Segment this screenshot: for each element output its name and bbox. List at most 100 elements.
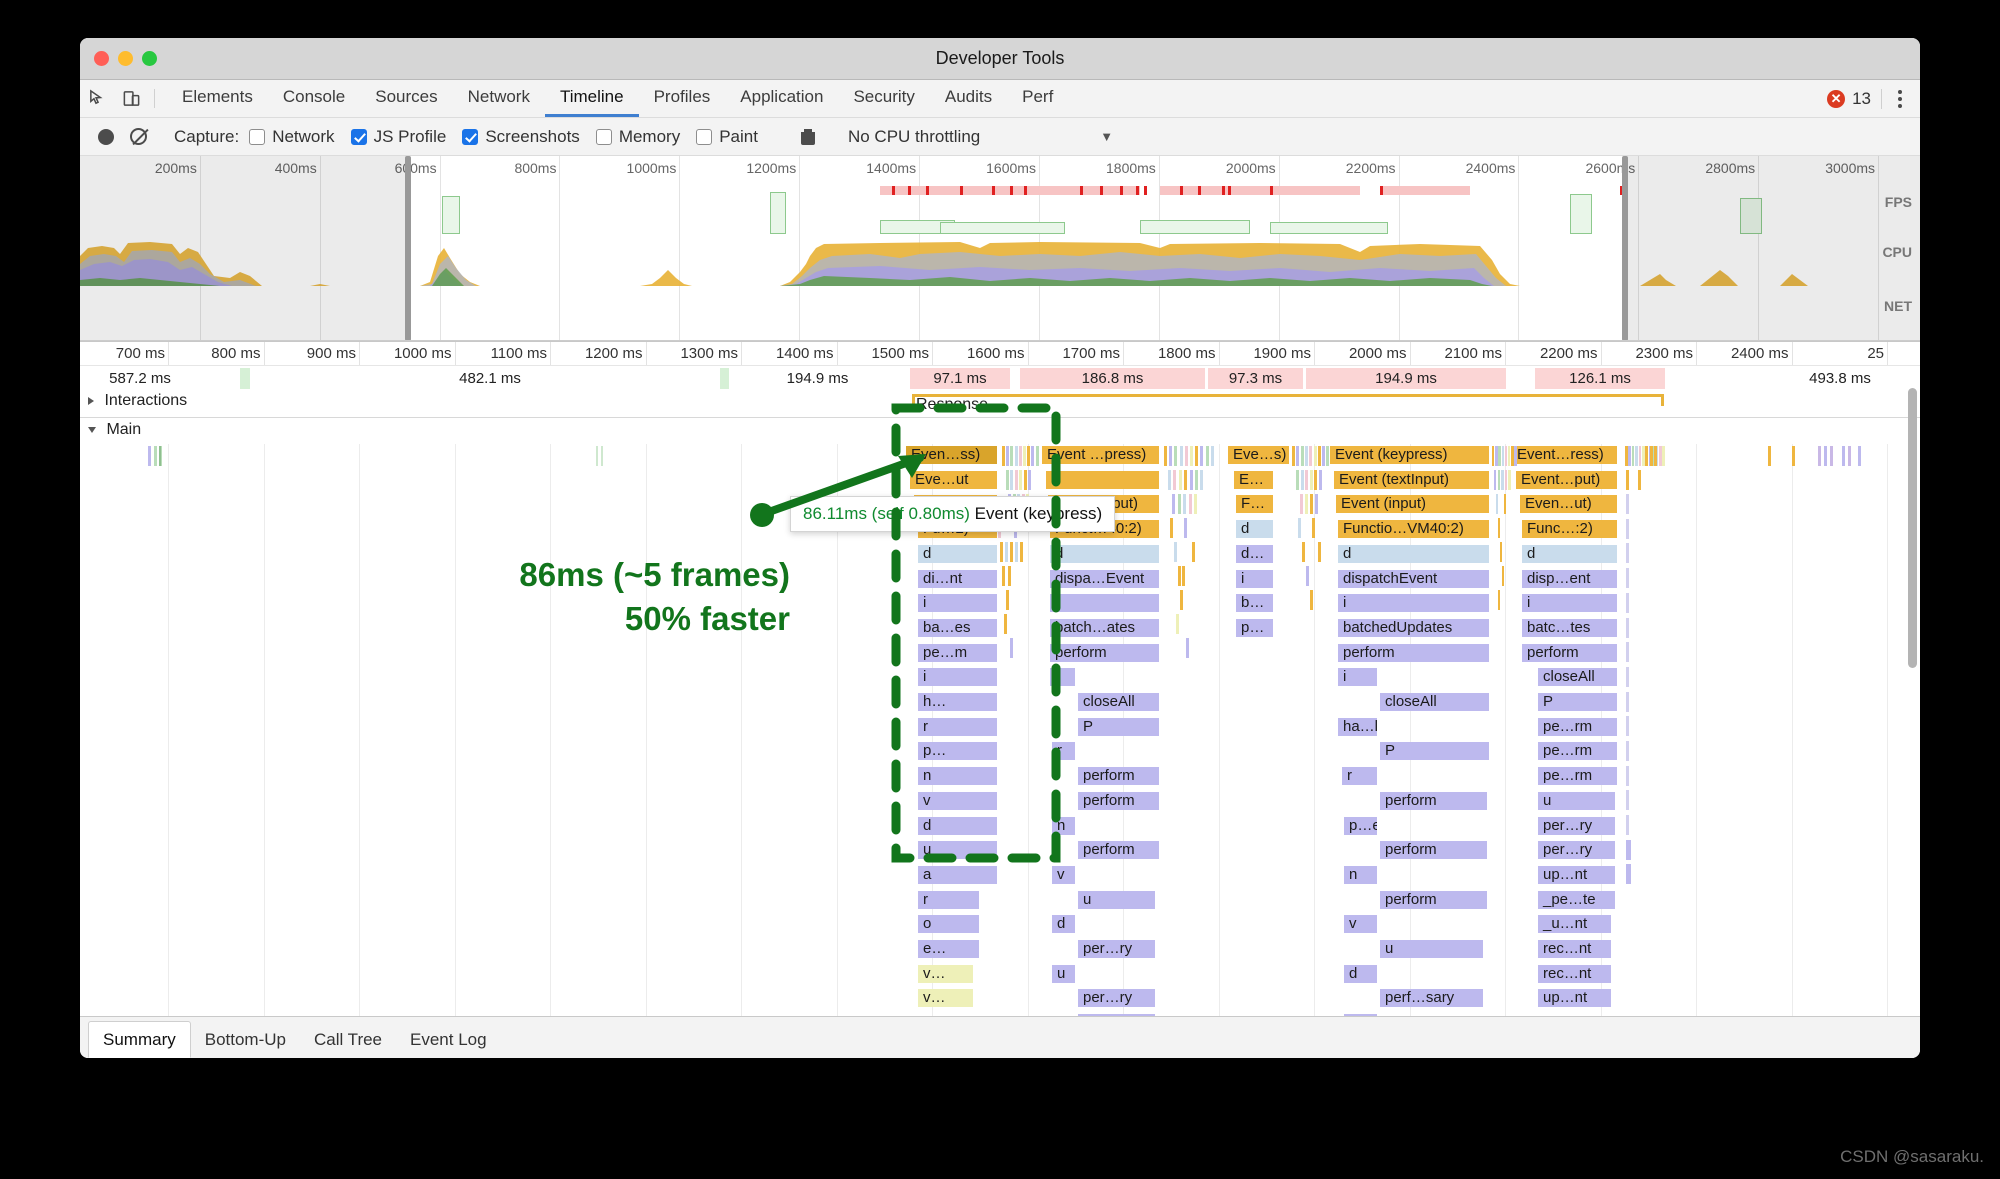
frame-duration-chip[interactable]: 587.2 ms <box>80 368 200 389</box>
frame-duration-chip[interactable]: 493.8 ms <box>1740 368 1920 389</box>
flame-bar[interactable]: up…nt <box>1538 989 1612 1007</box>
flame-bar[interactable]: v <box>918 792 998 810</box>
flame-bar[interactable]: batc…tes <box>1522 619 1618 637</box>
frame-duration-chip[interactable]: 126.1 ms <box>1535 368 1665 389</box>
flame-bar[interactable]: v… <box>918 989 974 1007</box>
capture-option-memory[interactable]: Memory <box>596 127 680 147</box>
flame-bar[interactable]: Event (textInput) <box>1334 471 1490 489</box>
cpu-throttling-select[interactable]: No CPU throttling ▼ <box>842 127 1113 147</box>
flame-bar[interactable]: n <box>1052 817 1076 835</box>
flame-bar[interactable]: Event (input) <box>1336 495 1490 513</box>
flame-bar[interactable]: perform <box>1078 792 1160 810</box>
panel-tab-network[interactable]: Network <box>453 80 545 117</box>
interactions-track[interactable]: Interactions Response <box>80 392 1920 418</box>
flame-bar[interactable]: o <box>918 915 980 933</box>
flame-bar[interactable]: pe…rm <box>1538 742 1618 760</box>
flame-bar[interactable]: d <box>1344 965 1378 983</box>
flame-bar[interactable]: Eve…ut <box>910 471 998 489</box>
flame-bar[interactable]: n <box>1344 866 1378 884</box>
flame-bar[interactable]: perform <box>1078 841 1160 859</box>
device-toolbar-icon[interactable] <box>114 80 148 117</box>
clear-no-entry-icon[interactable] <box>130 128 147 145</box>
panel-scrollbar-thumb[interactable] <box>1908 388 1917 668</box>
timeline-overview[interactable]: 200ms400ms600ms800ms1000ms1200ms1400ms16… <box>80 156 1920 341</box>
expander-arrow-icon[interactable] <box>88 397 94 405</box>
checkbox-memory[interactable] <box>596 129 612 145</box>
close-window-button[interactable] <box>94 51 109 66</box>
overview-selection-handle-right[interactable] <box>1622 156 1628 341</box>
record-circle-icon[interactable] <box>98 129 114 145</box>
flame-bar[interactable]: per…ry <box>1078 989 1156 1007</box>
checkbox-screenshots[interactable] <box>462 129 478 145</box>
flame-bar[interactable]: e… <box>918 940 980 958</box>
flame-bar[interactable]: d <box>1052 915 1076 933</box>
error-count-badge[interactable]: ✕ 13 <box>1827 89 1871 109</box>
frame-duration-chip[interactable]: 97.1 ms <box>910 368 1010 389</box>
frame-duration-chip[interactable]: 97.3 ms <box>1208 368 1303 389</box>
flame-bar[interactable]: d <box>1522 545 1618 563</box>
flame-bar[interactable]: i <box>1050 668 1076 686</box>
flame-bar[interactable]: Functio…VM40:2) <box>1338 520 1490 538</box>
capture-option-js-profile[interactable]: JS Profile <box>351 127 447 147</box>
flame-bar[interactable]: r <box>918 718 998 736</box>
frame-duration-chip[interactable]: 186.8 ms <box>1020 368 1205 389</box>
flame-bar[interactable]: d… <box>1236 545 1274 563</box>
flame-bar[interactable]: E… <box>1234 471 1274 489</box>
capture-option-network[interactable]: Network <box>249 127 334 147</box>
minimize-window-button[interactable] <box>118 51 133 66</box>
frame-screenshot-chip[interactable] <box>240 368 250 389</box>
panel-tab-application[interactable]: Application <box>725 80 838 117</box>
checkbox-network[interactable] <box>249 129 265 145</box>
panel-tab-timeline[interactable]: Timeline <box>545 80 639 117</box>
flame-bar[interactable]: i <box>918 668 998 686</box>
flame-bar[interactable]: i <box>918 594 998 612</box>
flame-bar[interactable]: P <box>1078 718 1160 736</box>
flame-bar[interactable]: per…ry <box>1078 940 1156 958</box>
flame-bar[interactable]: perform <box>1078 767 1160 785</box>
flame-bar[interactable]: P <box>1380 742 1490 760</box>
flame-bar[interactable]: ba…es <box>918 619 998 637</box>
flame-bar[interactable]: i <box>1522 594 1618 612</box>
flame-bar[interactable]: u <box>1538 792 1616 810</box>
flame-bar[interactable]: h… <box>918 693 998 711</box>
flame-bar[interactable]: batchedUpdates <box>1338 619 1490 637</box>
checkbox-paint[interactable] <box>696 129 712 145</box>
trash-icon[interactable] <box>801 129 815 145</box>
flame-bar[interactable]: i <box>1338 668 1378 686</box>
checkbox-js-profile[interactable] <box>351 129 367 145</box>
flame-bar[interactable]: pe…rm <box>1538 718 1618 736</box>
flame-bar[interactable]: Event…put) <box>1516 471 1618 489</box>
flame-bar[interactable]: dispa…Event <box>1050 570 1160 588</box>
frame-duration-chip[interactable]: 482.1 ms <box>270 368 710 389</box>
flame-bar[interactable]: perform <box>1380 792 1488 810</box>
flame-bar[interactable]: b… <box>1236 594 1274 612</box>
flame-bar[interactable]: v <box>1052 866 1076 884</box>
flame-bar[interactable]: d <box>1050 545 1160 563</box>
flame-bar[interactable]: _u…nt <box>1538 915 1612 933</box>
flame-bar[interactable]: perform <box>1050 644 1160 662</box>
panel-tab-audits[interactable]: Audits <box>930 80 1007 117</box>
flame-bar[interactable]: Event …press) <box>1042 446 1160 464</box>
flame-bar[interactable]: ha…l <box>1338 718 1378 736</box>
panel-tab-security[interactable]: Security <box>838 80 929 117</box>
flame-bar[interactable]: per…ry <box>1538 841 1616 859</box>
flame-bar[interactable]: v… <box>918 965 974 983</box>
flame-bar[interactable]: disp…ent <box>1522 570 1618 588</box>
capture-option-paint[interactable]: Paint <box>696 127 758 147</box>
flame-bar[interactable]: closeAll <box>1380 693 1490 711</box>
main-track-header[interactable]: Main <box>80 418 1920 444</box>
capture-option-screenshots[interactable]: Screenshots <box>462 127 580 147</box>
overview-selection-handle-left[interactable] <box>405 156 411 341</box>
detail-tab-event-log[interactable]: Event Log <box>396 1021 501 1058</box>
detail-tab-call-tree[interactable]: Call Tree <box>300 1021 396 1058</box>
flame-bar[interactable]: di…nt <box>918 570 998 588</box>
flame-bar[interactable]: _pe…te <box>1538 891 1616 909</box>
flame-bar[interactable]: u <box>1380 940 1484 958</box>
detail-tab-bottom-up[interactable]: Bottom-Up <box>191 1021 300 1058</box>
flame-bar[interactable]: r <box>918 891 980 909</box>
flame-bar[interactable]: per…ry <box>1538 817 1616 835</box>
flame-bar[interactable]: dispatchEvent <box>1338 570 1490 588</box>
cursor-select-icon[interactable] <box>80 80 114 117</box>
flame-bar[interactable]: d <box>918 817 998 835</box>
flame-bar[interactable]: Even…ss) <box>906 446 998 464</box>
